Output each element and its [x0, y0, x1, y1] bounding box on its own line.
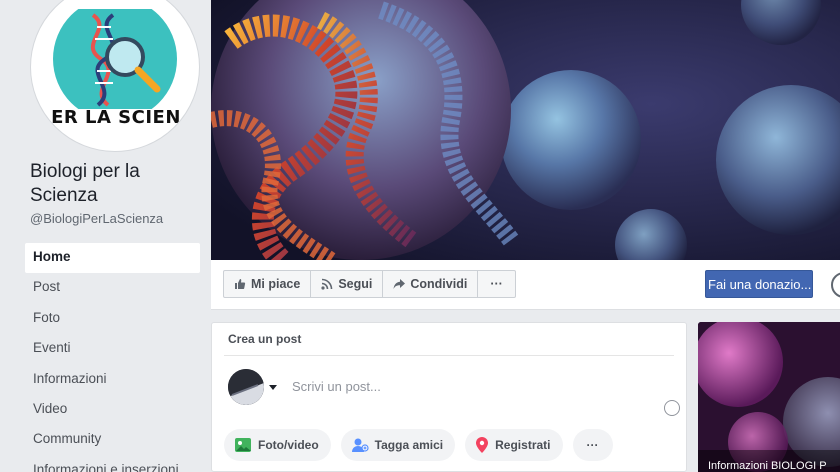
- share-label: Condividi: [410, 277, 468, 291]
- follow-button[interactable]: Segui: [310, 270, 384, 298]
- virus-cover-image: [211, 0, 840, 260]
- tag-friends-button[interactable]: Tagga amici: [340, 429, 456, 461]
- divider: [224, 355, 674, 356]
- left-column: ER LA SCIEN Biologi per la Scienza @Biol…: [0, 0, 210, 472]
- checkin-button[interactable]: Registrati: [465, 429, 563, 461]
- photo-video-button[interactable]: Foto/video: [224, 429, 331, 461]
- cover-photo[interactable]: [211, 0, 840, 260]
- more-post-label: ···: [586, 438, 599, 452]
- share-button[interactable]: Condividi: [382, 270, 479, 298]
- follow-label: Segui: [338, 277, 373, 291]
- donate-label: Fai una donazio...: [708, 276, 812, 292]
- nav-item-community[interactable]: Community: [25, 425, 200, 455]
- share-arrow-icon: [393, 278, 406, 290]
- more-actions-button[interactable]: ···: [477, 270, 516, 298]
- action-button-group: Mi piace Segui Condividi ···: [223, 270, 516, 298]
- nav-item-events[interactable]: Eventi: [25, 334, 200, 364]
- nav-item-post[interactable]: Post: [25, 273, 200, 303]
- about-photo-thumbnail[interactable]: Informazioni BIOLOGI P: [698, 322, 840, 472]
- post-input[interactable]: Scrivi un post...: [292, 379, 381, 394]
- create-post-title: Crea un post: [228, 332, 302, 346]
- tag-friends-label: Tagga amici: [374, 438, 444, 452]
- tag-people-icon: [351, 437, 369, 453]
- create-post-card: Crea un post Scrivi un post... Foto/vide…: [211, 322, 687, 472]
- checkin-label: Registrati: [495, 438, 551, 452]
- page-action-bar: Mi piace Segui Condividi ··· Fai una don…: [211, 260, 840, 310]
- more-label: ···: [490, 277, 503, 291]
- donate-button[interactable]: Fai una donazio...: [705, 270, 813, 298]
- emoji-icon[interactable]: [664, 400, 680, 416]
- nav-item-photos[interactable]: Foto: [25, 304, 200, 334]
- page-handle[interactable]: @BiologiPerLaScienza: [30, 211, 163, 226]
- page-title[interactable]: Biologi per la Scienza: [30, 160, 200, 208]
- nav-item-video[interactable]: Video: [25, 395, 200, 425]
- like-button[interactable]: Mi piace: [223, 270, 312, 298]
- logo-text: ER LA SCIEN: [51, 107, 181, 128]
- nav-item-home[interactable]: Home: [25, 243, 200, 274]
- thumbs-up-icon: [234, 278, 246, 290]
- about-caption: Informazioni BIOLOGI P: [708, 460, 827, 472]
- rss-follow-icon: [321, 278, 333, 290]
- photo-video-label: Foto/video: [258, 438, 319, 452]
- cell-microscopy-image: [698, 322, 840, 472]
- nav-item-info-ads[interactable]: Informazioni e inserzioni: [25, 456, 200, 472]
- avatar[interactable]: [228, 369, 264, 405]
- profile-picture[interactable]: ER LA SCIEN: [30, 0, 200, 152]
- photo-icon: [234, 437, 252, 453]
- page-nav: Home Post Foto Eventi Informazioni Video…: [25, 243, 200, 472]
- avatar-image: [228, 369, 264, 405]
- post-action-buttons: Foto/video Tagga amici Registrati ···: [224, 429, 623, 461]
- location-pin-icon: [475, 436, 489, 454]
- more-post-options-button[interactable]: ···: [572, 429, 613, 461]
- page-options-icon[interactable]: [831, 272, 840, 298]
- like-label: Mi piace: [251, 277, 301, 291]
- dna-magnifier-logo: [53, 9, 177, 109]
- chevron-down-icon[interactable]: [269, 385, 277, 390]
- nav-item-about[interactable]: Informazioni: [25, 365, 200, 395]
